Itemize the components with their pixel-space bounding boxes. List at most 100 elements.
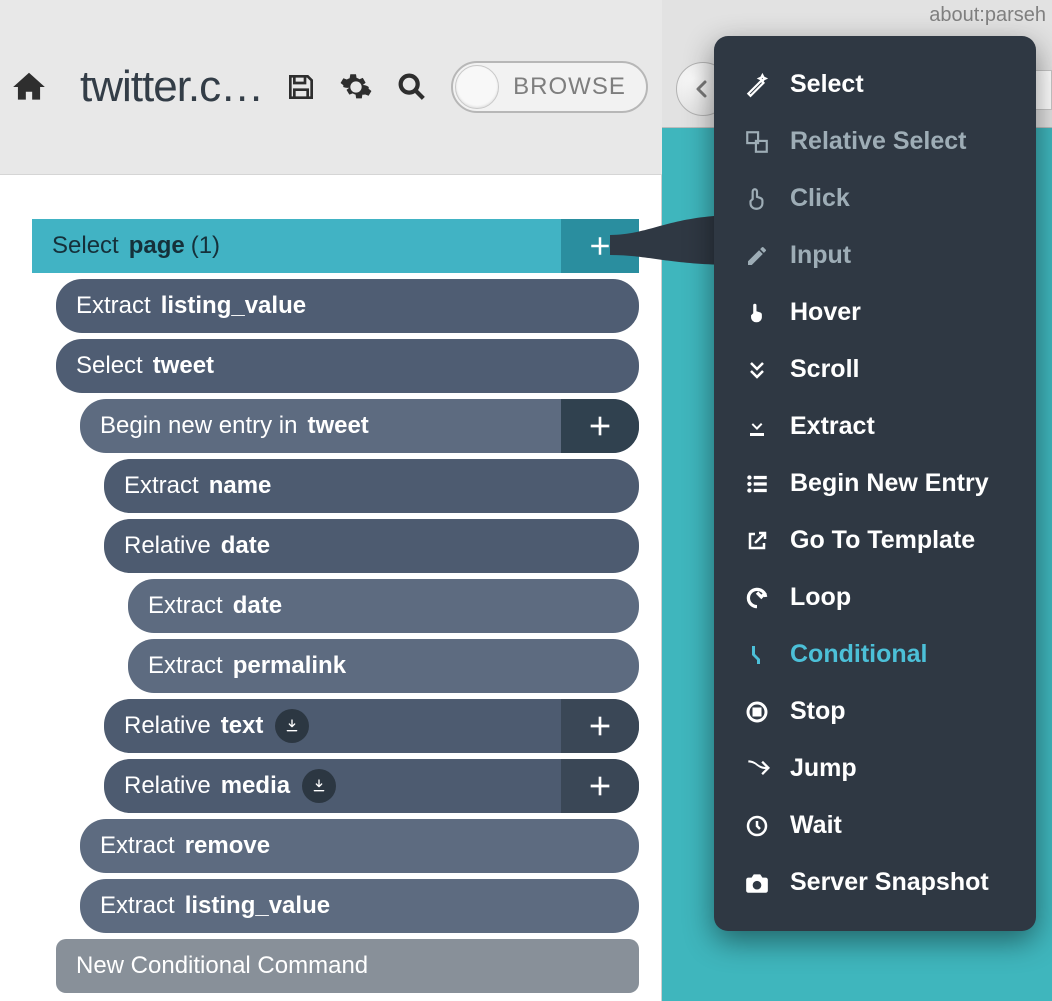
cmd-arg: date (233, 592, 282, 620)
menu-item-loop[interactable]: Loop (714, 569, 1036, 626)
command-tree: Select page (1) Extract listing_value Se… (0, 219, 661, 993)
cmd-arg: date (221, 532, 270, 560)
cmd-arg: text (221, 712, 264, 740)
add-child-button[interactable] (561, 219, 639, 273)
menu-item-extract[interactable]: Extract (714, 398, 1036, 455)
save-icon[interactable] (285, 71, 317, 103)
cmd-label: Relative (124, 712, 211, 740)
relative-date-row[interactable]: Relative date (104, 519, 639, 573)
camera-icon (742, 870, 772, 896)
command-sidebar: Select page (1) Extract listing_value Se… (0, 175, 662, 1001)
begin-entry-row[interactable]: Begin new entry in tweet (80, 399, 639, 453)
menu-label: Scroll (790, 355, 859, 384)
cmd-label: Extract (100, 892, 175, 920)
add-child-button[interactable] (561, 699, 639, 753)
external-link-icon (742, 529, 772, 553)
menu-label: Begin New Entry (790, 469, 989, 498)
menu-item-hover[interactable]: Hover (714, 284, 1036, 341)
cmd-label: Extract (76, 292, 151, 320)
cmd-arg: listing_value (185, 892, 330, 920)
extract-listing-value-2-row[interactable]: Extract listing_value (80, 879, 639, 933)
extract-date-row[interactable]: Extract date (128, 579, 639, 633)
menu-item-relative-select[interactable]: Relative Select (714, 113, 1036, 170)
menu-label: Jump (790, 754, 857, 783)
menu-label: Wait (790, 811, 842, 840)
menu-item-begin-new-entry[interactable]: Begin New Entry (714, 455, 1036, 512)
menu-item-jump[interactable]: Jump (714, 740, 1036, 797)
input-placeholder: New Conditional Command (76, 952, 368, 980)
cmd-arg: page (129, 232, 185, 260)
menu-label: Go To Template (790, 526, 975, 555)
menu-label: Click (790, 184, 850, 213)
menu-label: Select (790, 70, 864, 99)
download-icon[interactable] (302, 769, 336, 803)
extract-remove-row[interactable]: Extract remove (80, 819, 639, 873)
stop-icon (742, 700, 772, 724)
menu-item-server-snapshot[interactable]: Server Snapshot (714, 854, 1036, 911)
search-icon[interactable] (395, 70, 429, 104)
cmd-label: Extract (124, 472, 199, 500)
select-page-row[interactable]: Select page (1) (32, 219, 639, 273)
address-bar-text: about:parseh (929, 4, 1046, 27)
menu-label: Conditional (790, 640, 927, 669)
command-context-menu: Select Relative Select Click Input Hover… (714, 36, 1036, 931)
download-icon (742, 415, 772, 439)
add-child-button[interactable] (561, 759, 639, 813)
menu-label: Relative Select (790, 127, 967, 156)
loop-icon (742, 585, 772, 611)
menu-item-conditional[interactable]: Conditional (714, 626, 1036, 683)
cmd-label: Begin new entry in (100, 412, 297, 440)
cmd-label: Extract (148, 592, 223, 620)
wand-icon (742, 72, 772, 98)
relative-select-icon (742, 129, 772, 155)
project-title: twitter.c… (80, 62, 263, 112)
menu-item-click[interactable]: Click (714, 170, 1036, 227)
toggle-label: BROWSE (499, 73, 644, 101)
menu-label: Stop (790, 697, 846, 726)
jump-icon (742, 756, 772, 782)
menu-item-select[interactable]: Select (714, 56, 1036, 113)
extract-listing-value-row[interactable]: Extract listing_value (56, 279, 639, 333)
cmd-arg: tweet (153, 352, 214, 380)
menu-label: Hover (790, 298, 861, 327)
list-icon (742, 471, 772, 497)
select-tweet-row[interactable]: Select tweet (56, 339, 639, 393)
cmd-count: (1) (191, 232, 220, 260)
cmd-label: Extract (148, 652, 223, 680)
cmd-arg: tweet (307, 412, 368, 440)
toggle-knob (455, 65, 499, 109)
gear-icon[interactable] (339, 70, 373, 104)
hand-icon (742, 300, 772, 326)
menu-label: Loop (790, 583, 851, 612)
menu-label: Server Snapshot (790, 868, 989, 897)
relative-media-row[interactable]: Relative media (104, 759, 639, 813)
cmd-label: Relative (124, 772, 211, 800)
menu-item-scroll[interactable]: Scroll (714, 341, 1036, 398)
extract-permalink-row[interactable]: Extract permalink (128, 639, 639, 693)
menu-item-go-to-template[interactable]: Go To Template (714, 512, 1036, 569)
cmd-arg: listing_value (161, 292, 306, 320)
cmd-label: Relative (124, 532, 211, 560)
pointer-icon (742, 186, 772, 212)
extract-name-row[interactable]: Extract name (104, 459, 639, 513)
menu-item-wait[interactable]: Wait (714, 797, 1036, 854)
menu-item-stop[interactable]: Stop (714, 683, 1036, 740)
add-child-button[interactable] (561, 399, 639, 453)
relative-text-row[interactable]: Relative text (104, 699, 639, 753)
clock-icon (742, 814, 772, 838)
new-conditional-input[interactable]: New Conditional Command (56, 939, 639, 993)
menu-label: Input (790, 241, 851, 270)
conditional-icon (742, 643, 772, 667)
cmd-label: Select (76, 352, 143, 380)
cmd-arg: media (221, 772, 290, 800)
pencil-icon (742, 244, 772, 268)
home-icon[interactable] (10, 68, 48, 106)
cmd-arg: remove (185, 832, 270, 860)
cmd-arg: name (209, 472, 272, 500)
cmd-label: Select (52, 232, 119, 260)
cmd-label: Extract (100, 832, 175, 860)
download-icon[interactable] (275, 709, 309, 743)
menu-item-input[interactable]: Input (714, 227, 1036, 284)
mode-toggle[interactable]: BROWSE (451, 61, 648, 113)
cmd-arg: permalink (233, 652, 346, 680)
